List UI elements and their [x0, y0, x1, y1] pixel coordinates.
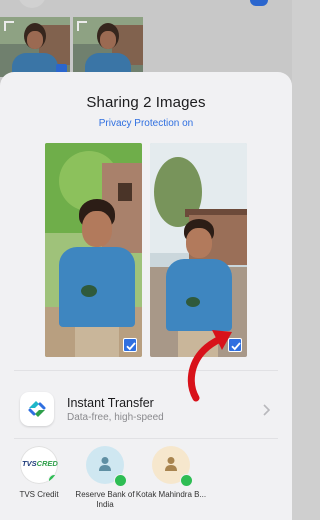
share-target-label: Kotak Mahindra B... [135, 490, 207, 499]
share-target-kotak[interactable]: Kotak Mahindra B... [134, 446, 208, 500]
avatar [152, 446, 193, 487]
image-preview[interactable] [45, 143, 142, 357]
sheet-title: Sharing 2 Images [86, 94, 206, 111]
person-icon [99, 457, 111, 471]
instant-transfer-title: Instant Transfer [67, 396, 154, 410]
share-target-reserve-bank[interactable]: Reserve Bank of India [68, 446, 142, 510]
chevron-right-icon [263, 404, 270, 416]
person-icon [165, 457, 177, 471]
tvs-credit-logo: TVSCREDIT [22, 459, 58, 468]
whatsapp-icon [48, 474, 58, 484]
divider [14, 370, 278, 371]
privacy-protection-link[interactable]: Privacy Protection on [0, 118, 292, 129]
selected-check-icon[interactable] [123, 338, 137, 352]
whatsapp-icon [114, 474, 127, 487]
avatar [86, 446, 127, 487]
share-sheet: Sharing 2 Images Privacy Protection on I… [0, 72, 292, 520]
avatar: TVSCREDIT [20, 446, 58, 484]
share-target-tvs-credit[interactable]: TVSCREDIT TVS Credit [2, 446, 76, 500]
transfer-icon [20, 392, 54, 426]
instant-transfer-row[interactable]: Instant Transfer Data-free, high-speed [0, 378, 292, 438]
instant-transfer-subtitle: Data-free, high-speed [67, 412, 164, 423]
annotation-arrow [187, 330, 232, 402]
share-target-label: Reserve Bank of India [75, 490, 135, 509]
share-targets: TVSCREDIT TVS Credit Reserve Bank of Ind… [0, 446, 292, 520]
photo-subject [51, 199, 137, 357]
whatsapp-icon [180, 474, 193, 487]
divider [14, 438, 278, 439]
share-target-label: TVS Credit [19, 490, 59, 499]
